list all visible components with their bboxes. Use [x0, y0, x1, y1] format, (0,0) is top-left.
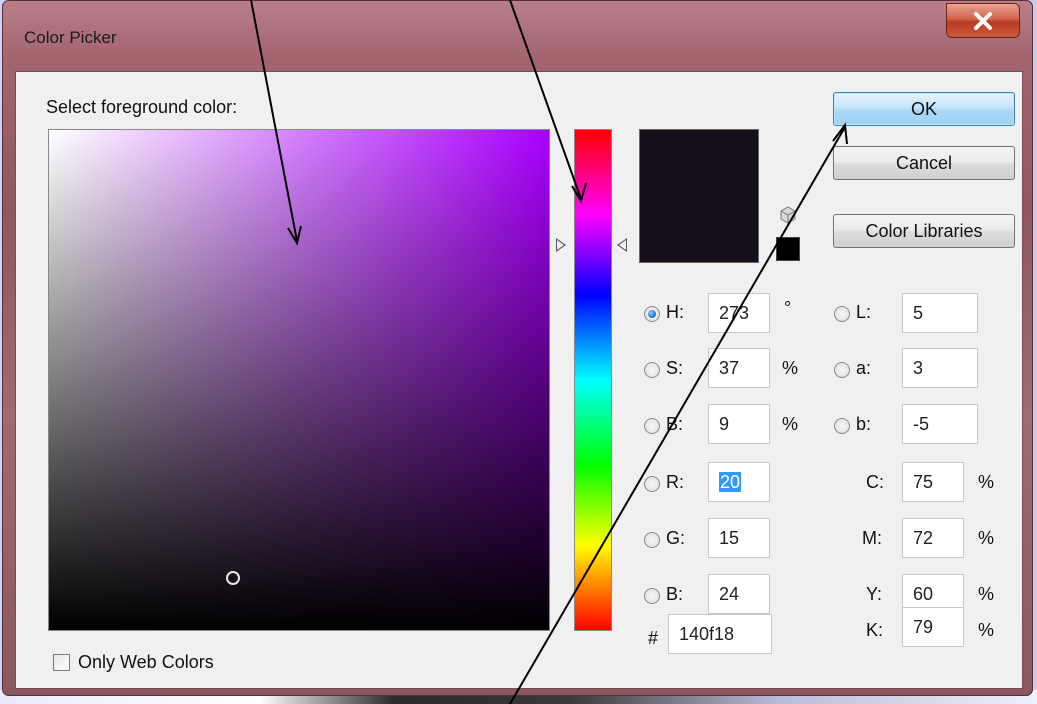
saturation-label: S: [666, 358, 684, 378]
lightness-label: L: [856, 302, 872, 322]
blue-input[interactable]: 24 [708, 574, 770, 614]
cyan-unit: % [978, 472, 995, 492]
brightness-label: B: [666, 414, 684, 434]
black-label: K: [866, 620, 884, 640]
radio-green[interactable] [644, 532, 660, 548]
red-input[interactable]: 20 [708, 462, 770, 502]
lab-a-input[interactable]: 3 [902, 348, 978, 388]
saturation-input[interactable]: 37 [708, 348, 770, 388]
color-field[interactable] [48, 129, 550, 631]
radio-brightness[interactable] [644, 418, 660, 434]
cancel-button[interactable]: Cancel [833, 146, 1015, 180]
radio-lightness[interactable] [834, 306, 850, 322]
brightness-unit: % [782, 414, 799, 434]
red-label: R: [666, 472, 684, 492]
close-button[interactable] [946, 3, 1020, 38]
lab-b-label: b: [856, 414, 872, 434]
hue-label: H: [666, 302, 684, 322]
hex-input[interactable]: 140f18 [668, 614, 772, 654]
web-safe-color-swatch[interactable] [776, 237, 800, 261]
close-icon [974, 11, 992, 30]
hue-slider-handle-right[interactable] [617, 238, 627, 252]
lab-b-input[interactable]: -5 [902, 404, 978, 444]
magenta-input[interactable]: 72 [902, 518, 964, 558]
ok-button[interactable]: OK [833, 92, 1015, 126]
window-title: Color Picker [24, 28, 117, 47]
only-web-colors-label: Only Web Colors [78, 652, 214, 672]
select-color-label: Select foreground color: [46, 97, 238, 117]
black-input[interactable]: 79 [902, 607, 964, 647]
cyan-label: C: [866, 472, 884, 492]
only-web-colors-checkbox[interactable] [53, 654, 70, 671]
radio-lab-b[interactable] [834, 418, 850, 434]
black-unit: % [978, 620, 995, 640]
color-libraries-button[interactable]: Color Libraries [833, 214, 1015, 248]
yellow-unit: % [978, 584, 995, 604]
blue-label: B: [666, 584, 684, 604]
hex-label: # [648, 628, 659, 648]
hue-slider-handle-left[interactable] [556, 238, 566, 252]
magenta-unit: % [978, 528, 995, 548]
current-color-swatch [639, 129, 759, 263]
radio-hue[interactable] [644, 306, 660, 322]
hue-slider[interactable] [574, 129, 612, 631]
radio-lab-a[interactable] [834, 362, 850, 378]
magenta-label: M: [862, 528, 882, 548]
hue-input[interactable]: 273 [708, 293, 770, 333]
lab-a-label: a: [856, 358, 872, 378]
color-field-cursor[interactable] [226, 571, 240, 585]
cyan-input[interactable]: 75 [902, 462, 964, 502]
yellow-label: Y: [866, 584, 883, 604]
green-input[interactable]: 15 [708, 518, 770, 558]
out-of-web-gamut-cube-icon[interactable] [779, 206, 797, 224]
lightness-input[interactable]: 5 [902, 293, 978, 333]
green-label: G: [666, 528, 686, 548]
radio-saturation[interactable] [644, 362, 660, 378]
radio-blue[interactable] [644, 588, 660, 604]
brightness-input[interactable]: 9 [708, 404, 770, 444]
red-input-selected-text: 20 [719, 472, 742, 492]
dialog-body: Select foreground color: OK Cancel Color… [15, 71, 1023, 689]
color-picker-window: Color Picker Select foreground color: OK… [2, 0, 1033, 696]
saturation-unit: % [782, 358, 799, 378]
radio-red[interactable] [644, 476, 660, 492]
hue-unit: ° [784, 298, 792, 318]
